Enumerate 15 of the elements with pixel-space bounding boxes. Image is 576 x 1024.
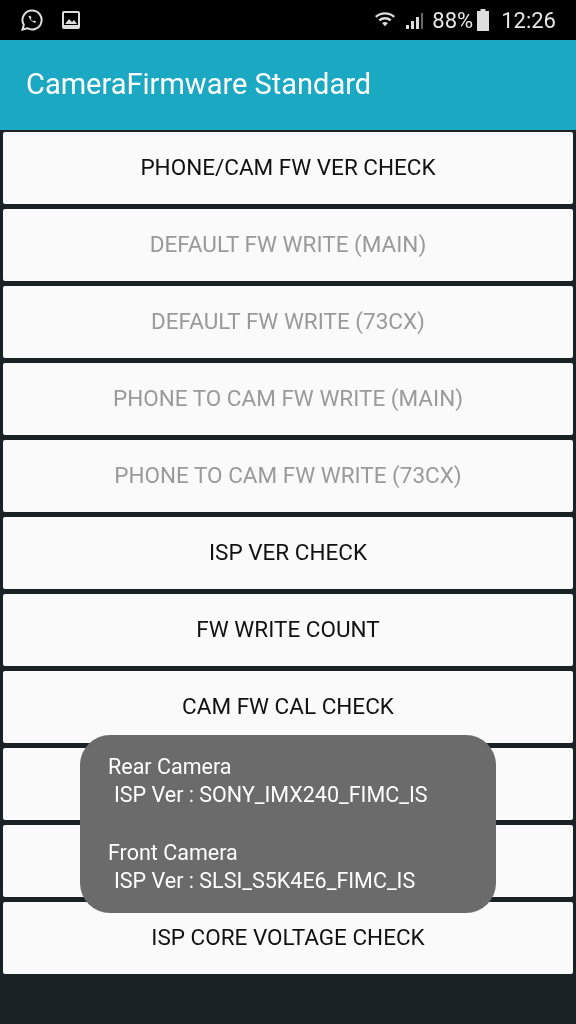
battery-icon (477, 9, 490, 31)
chat-bubble-icon (20, 8, 44, 32)
image-icon (60, 9, 82, 31)
action-button[interactable]: FW WRITE COUNT (3, 594, 573, 666)
battery-percent: 88% (432, 6, 474, 35)
action-button[interactable]: PHONE/CAM FW VER CHECK (3, 132, 573, 204)
action-button[interactable]: CAM FW CAL CHECK (3, 671, 573, 743)
app-title: CameraFirmware Standard (26, 66, 372, 104)
toast-heading: Rear Camera (108, 753, 233, 781)
signal-icon (404, 10, 425, 30)
clock: 12:26 (501, 6, 556, 35)
toast-heading: Front Camera (108, 839, 239, 867)
toast-text: ISP Ver : SONY_IMX240_FIMC_IS (113, 781, 429, 809)
toast-text: ISP Ver : SLSI_S5K4E6_FIMC_IS (113, 867, 417, 895)
action-button[interactable]: ISP VER CHECK (3, 517, 573, 589)
